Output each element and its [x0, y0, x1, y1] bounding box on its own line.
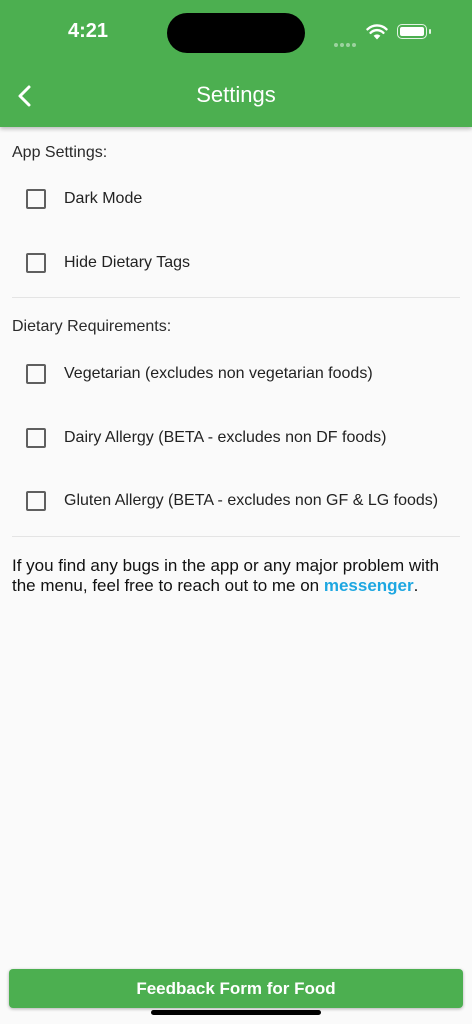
- option-label: Dark Mode: [64, 190, 143, 207]
- dark-mode-checkbox[interactable]: [26, 189, 46, 209]
- option-label: Gluten Allergy (BETA - excludes non GF &…: [64, 492, 439, 509]
- feedback-form-button[interactable]: Feedback Form for Food: [9, 969, 463, 1008]
- home-indicator: [151, 1010, 321, 1015]
- vegetarian-checkbox[interactable]: [26, 364, 46, 384]
- app-settings-heading: App Settings:: [12, 144, 108, 161]
- contact-info-text: If you find any bugs in the app or any m…: [12, 556, 452, 596]
- divider: [12, 536, 460, 537]
- option-hide-dietary-tags[interactable]: Hide Dietary Tags: [26, 251, 190, 275]
- info-suffix: .: [413, 576, 419, 595]
- option-dark-mode[interactable]: Dark Mode: [26, 187, 142, 211]
- messenger-link[interactable]: messenger: [324, 576, 414, 595]
- cellular-signal-icon: [334, 34, 358, 52]
- battery-icon: [397, 24, 427, 39]
- option-label: Hide Dietary Tags: [64, 254, 190, 271]
- status-time: 4:21: [68, 20, 109, 42]
- option-label: Vegetarian (excludes non vegetarian food…: [64, 365, 373, 382]
- option-dairy-allergy[interactable]: Dairy Allergy (BETA - excludes non DF fo…: [26, 426, 387, 450]
- option-vegetarian[interactable]: Vegetarian (excludes non vegetarian food…: [26, 362, 373, 386]
- dairy-allergy-checkbox[interactable]: [26, 428, 46, 448]
- page-title: Settings: [196, 82, 276, 107]
- dynamic-island: [167, 13, 305, 53]
- hide-dietary-tags-checkbox[interactable]: [26, 253, 46, 273]
- dietary-requirements-heading: Dietary Requirements:: [12, 318, 172, 335]
- gluten-allergy-checkbox[interactable]: [26, 491, 46, 511]
- divider: [12, 297, 460, 298]
- wifi-icon: [366, 24, 388, 40]
- option-label: Dairy Allergy (BETA - excludes non DF fo…: [64, 429, 387, 446]
- app-bar: 4:21 Settings: [0, 0, 472, 127]
- option-gluten-allergy[interactable]: Gluten Allergy (BETA - excludes non GF &…: [26, 489, 438, 513]
